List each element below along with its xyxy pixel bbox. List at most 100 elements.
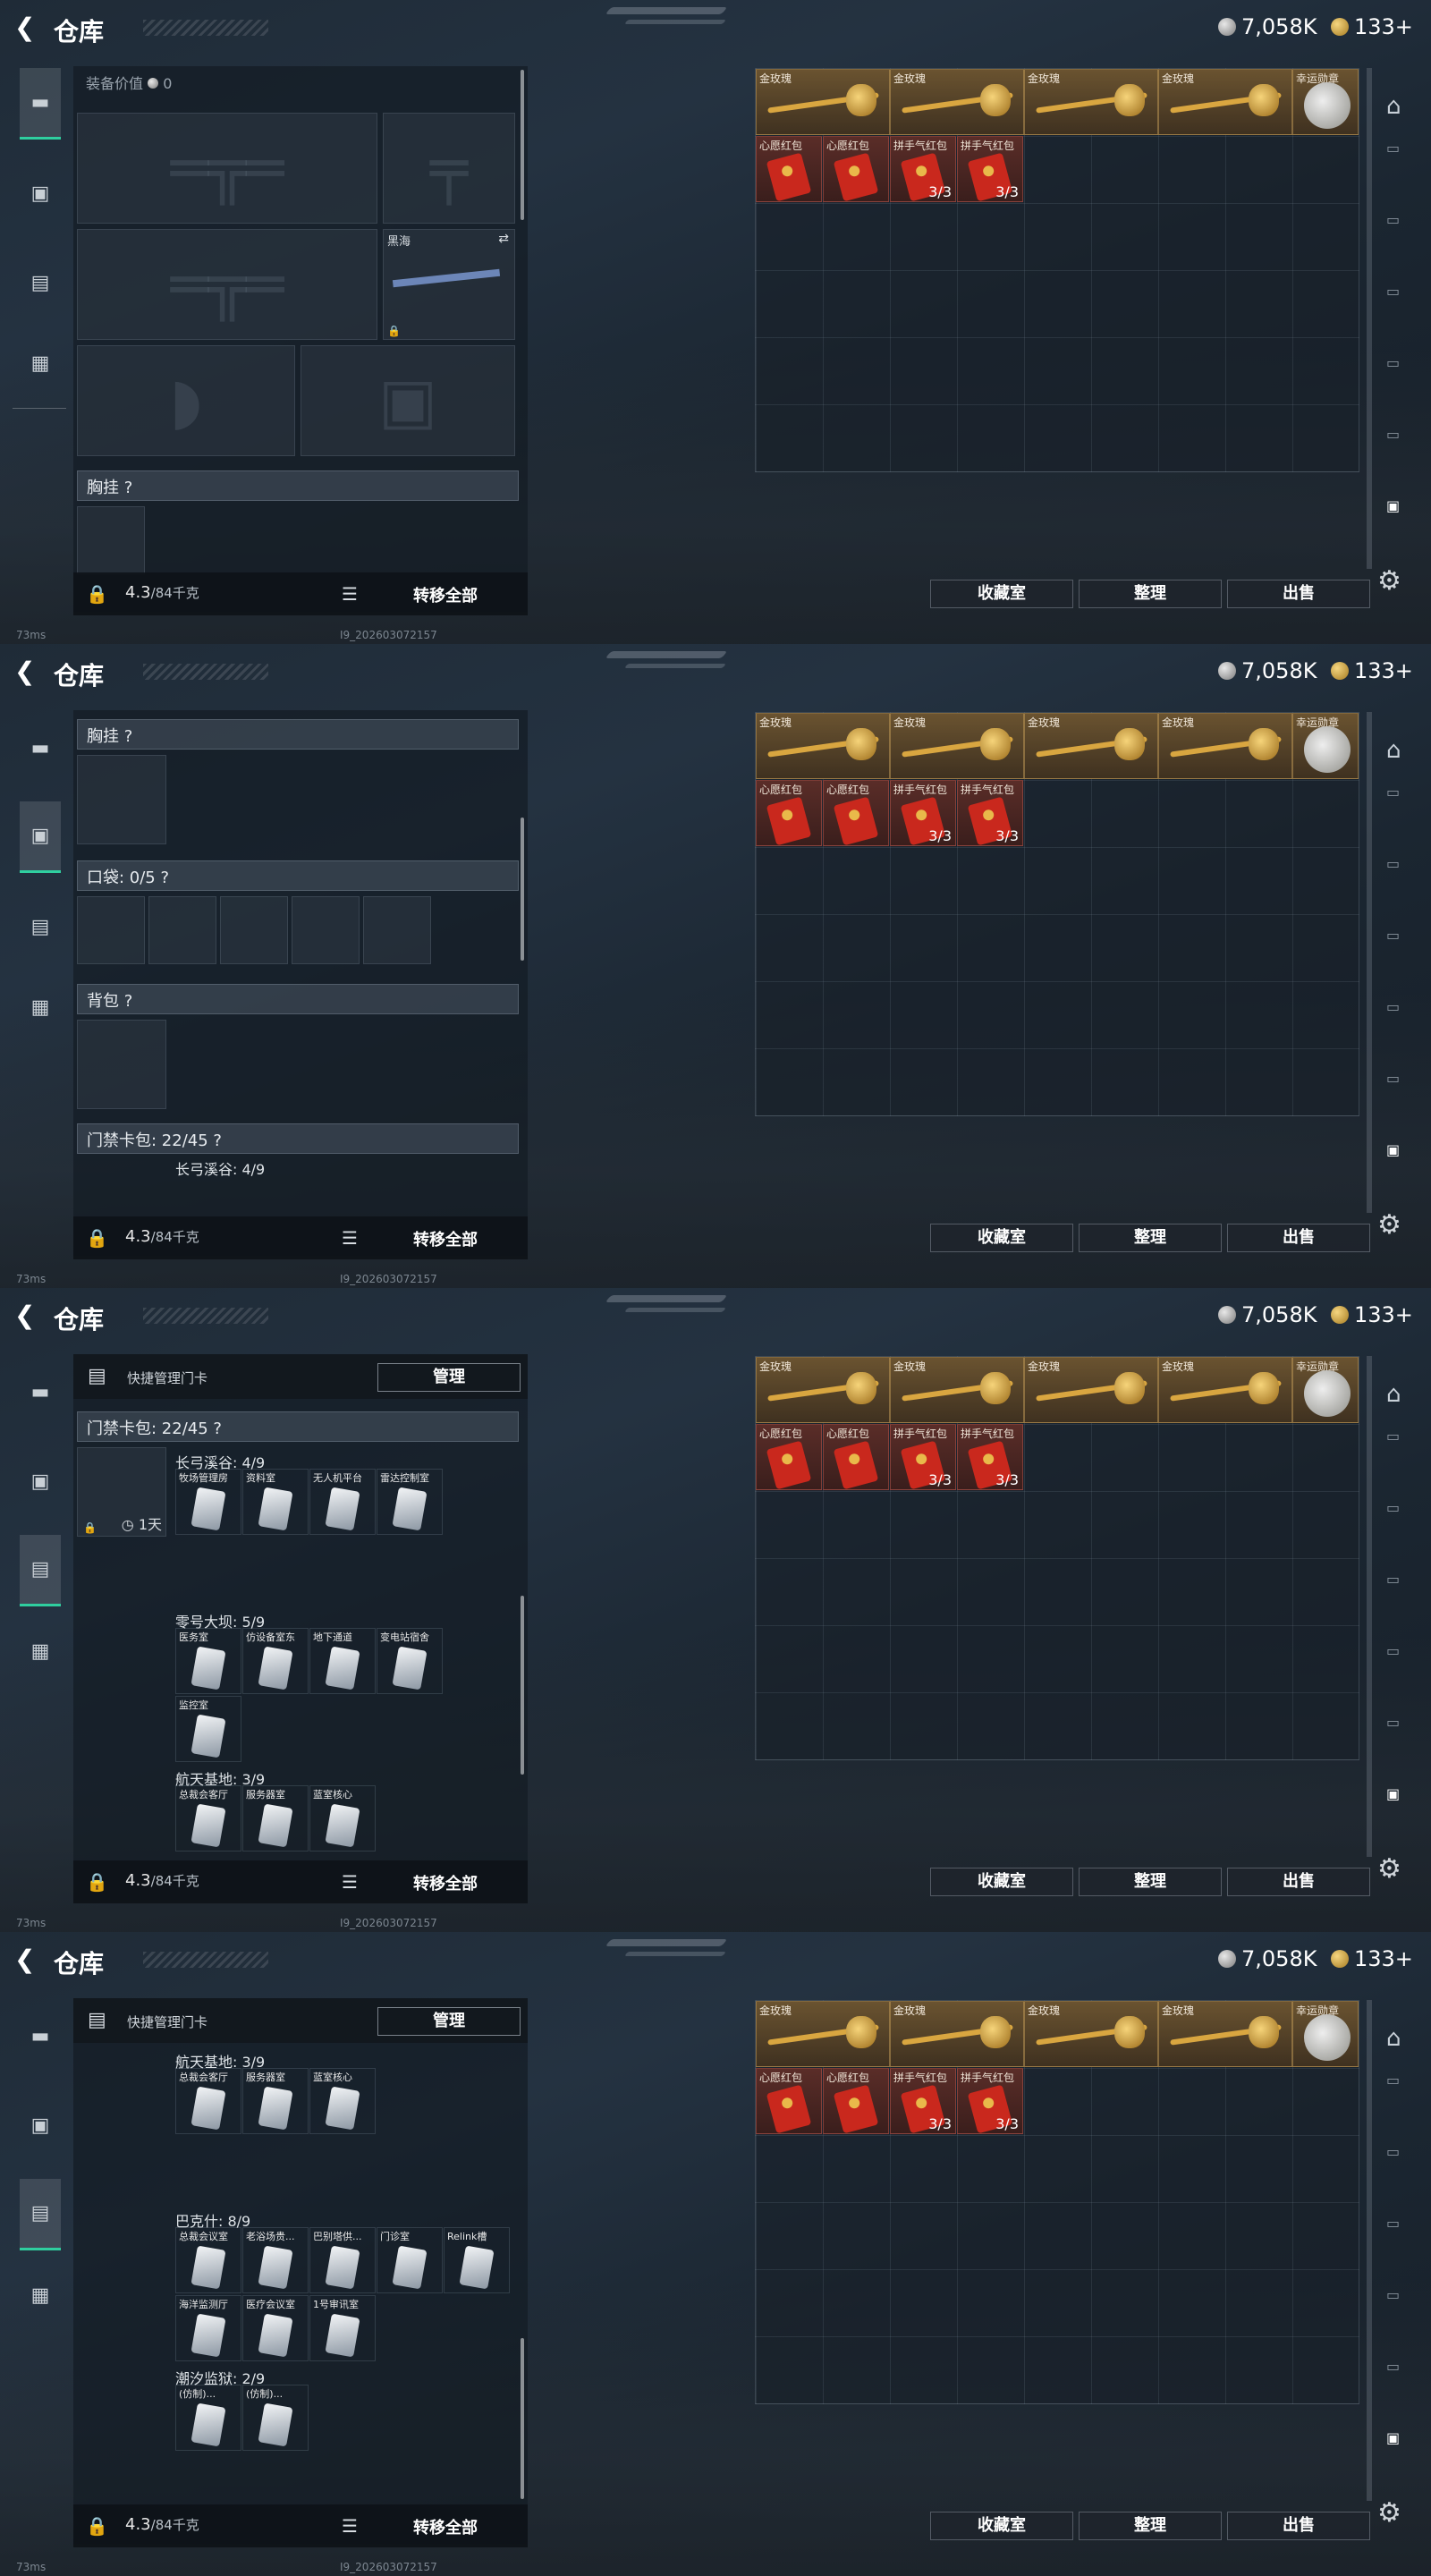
vault-icon[interactable]: ⌂ — [1386, 2025, 1415, 2052]
sell-button[interactable]: 出售 — [1227, 580, 1370, 608]
stash-item[interactable]: 幸运勋章 — [1292, 713, 1359, 779]
keycard-item[interactable]: 医务室 — [175, 1628, 241, 1694]
stash-item[interactable]: 金玫瑰 — [890, 2001, 1024, 2067]
stash-item[interactable]: 金玫瑰 — [1024, 69, 1158, 135]
tab-weapon[interactable]: ▬ — [20, 68, 61, 140]
tab-armor[interactable]: ▣ — [20, 1445, 61, 1517]
keycard-item[interactable]: (仿制)... — [242, 2385, 309, 2451]
keycard-item[interactable]: 变电站宿舍 — [377, 1628, 443, 1694]
stash-item[interactable]: 心愿红包 — [823, 136, 889, 202]
sort-button[interactable]: 整理 — [1079, 2512, 1222, 2540]
vault-icon[interactable]: ⌂ — [1386, 737, 1415, 764]
stash-page-icon[interactable]: ▭ — [1386, 998, 1415, 1021]
stash-item[interactable]: 金玫瑰 — [1158, 2001, 1292, 2067]
keycard-item[interactable]: 服务器室 — [242, 1785, 309, 1852]
stash-page-icon[interactable]: ▭ — [1386, 1714, 1415, 1737]
stash-page-icon[interactable]: ▭ — [1386, 784, 1415, 807]
stash-page-icon[interactable]: ▭ — [1386, 855, 1415, 878]
gold-currency[interactable]: 133+ — [1331, 658, 1413, 683]
tab-weapon[interactable]: ▬ — [20, 712, 61, 784]
keycard-item[interactable]: 监控室 — [175, 1696, 241, 1762]
stash-page-icon[interactable]: ▭ — [1386, 426, 1415, 449]
stash-page-icon[interactable]: ▭ — [1386, 927, 1415, 950]
stash-item[interactable]: 拼手气红包 3/3 — [890, 780, 956, 846]
transfer-all-button[interactable]: 转移全部 — [413, 2515, 478, 2538]
keycard-item[interactable]: Relink槽 — [444, 2227, 510, 2293]
sort-button[interactable]: 整理 — [1079, 1224, 1222, 1252]
keycard-item[interactable]: 巴别塔供... — [309, 2227, 376, 2293]
gear-icon[interactable]: ⚙ — [1377, 565, 1401, 597]
chest-rig-slot[interactable] — [77, 755, 166, 844]
scrollbar[interactable] — [521, 70, 524, 220]
keycard-item[interactable]: 蓝室核心 — [309, 1785, 376, 1852]
tab-keycard[interactable]: ▤ — [20, 247, 61, 318]
tab-case[interactable]: ▦ — [20, 327, 61, 399]
stash-page-icon[interactable]: ▣ — [1386, 1785, 1415, 1809]
lock-icon[interactable]: 🔒 — [86, 1227, 108, 1249]
keycard-item[interactable]: 雷达控制室 — [377, 1469, 443, 1535]
stash-page-icon[interactable]: ▭ — [1386, 140, 1415, 163]
stash-item[interactable]: 心愿红包 — [823, 1424, 889, 1490]
stash-item[interactable]: 金玫瑰 — [890, 1357, 1024, 1423]
keycard-item[interactable]: 地下通道 — [309, 1628, 376, 1694]
vault-icon[interactable]: ⌂ — [1386, 1381, 1415, 1408]
list-icon[interactable]: ☰ — [342, 1871, 358, 1893]
tab-armor[interactable]: ▣ — [20, 157, 61, 229]
back-icon[interactable]: ❮ — [14, 1946, 41, 1973]
pocket-slot[interactable] — [148, 896, 216, 964]
stash-grid[interactable]: 金玫瑰 金玫瑰 金玫瑰 金玫瑰 幸运勋章 心愿红包 心愿红包 拼手气红包 3/3 … — [755, 2000, 1359, 2404]
stash-item[interactable]: 金玫瑰 — [1158, 69, 1292, 135]
stash-item[interactable]: 拼手气红包 3/3 — [890, 1424, 956, 1490]
stash-item[interactable]: 拼手气红包 3/3 — [957, 780, 1023, 846]
stash-item[interactable]: 幸运勋章 — [1292, 2001, 1359, 2067]
keycard-item[interactable]: 总裁会客厅 — [175, 1785, 241, 1852]
stash-item[interactable]: 心愿红包 — [823, 780, 889, 846]
transfer-all-button[interactable]: 转移全部 — [413, 583, 478, 606]
primary-weapon-slot[interactable]: ═╦═ — [77, 113, 377, 224]
stash-page-icon[interactable]: ▭ — [1386, 2215, 1415, 2238]
collection-button[interactable]: 收藏室 — [930, 2512, 1073, 2540]
stash-item[interactable]: 幸运勋章 — [1292, 1357, 1359, 1423]
list-icon[interactable]: ☰ — [342, 583, 358, 605]
secondary-weapon-slot[interactable]: ═╦═ — [77, 229, 377, 340]
manage-button[interactable]: 管理 — [377, 2007, 521, 2036]
stash-item[interactable]: 金玫瑰 — [756, 713, 890, 779]
stash-item[interactable]: 心愿红包 — [756, 1424, 822, 1490]
pocket-slot[interactable] — [77, 896, 145, 964]
keycard-item[interactable]: 服务器室 — [242, 2068, 309, 2134]
transfer-all-button[interactable]: 转移全部 — [413, 1227, 478, 1250]
stash-item[interactable]: 拼手气红包 3/3 — [890, 2068, 956, 2134]
keycard-item[interactable]: 无人机平台 — [309, 1469, 376, 1535]
stash-item[interactable]: 金玫瑰 — [1024, 713, 1158, 779]
stash-page-icon[interactable]: ▣ — [1386, 2429, 1415, 2453]
stash-item[interactable]: 金玫瑰 — [756, 1357, 890, 1423]
stash-page-icon[interactable]: ▭ — [1386, 2358, 1415, 2381]
keycard-item[interactable]: 仿设备室东 — [242, 1628, 309, 1694]
stash-grid[interactable]: 金玫瑰 金玫瑰 金玫瑰 金玫瑰 幸运勋章 心愿红包 心愿红包 拼手气红包 3/3 … — [755, 712, 1359, 1116]
tab-case[interactable]: ▦ — [20, 2259, 61, 2331]
keycard-item[interactable]: 门诊室 — [377, 2227, 443, 2293]
pocket-slot[interactable] — [292, 896, 360, 964]
stash-item[interactable]: 金玫瑰 — [1024, 1357, 1158, 1423]
keycard-item[interactable]: 资料室 — [242, 1469, 309, 1535]
keycard-item[interactable]: 牧场管理房 — [175, 1469, 241, 1535]
lock-icon[interactable]: 🔒 — [86, 2515, 108, 2537]
scrollbar[interactable] — [521, 1596, 524, 1775]
stash-item[interactable]: 金玫瑰 — [1158, 713, 1292, 779]
stash-grid[interactable]: 金玫瑰 金玫瑰 金玫瑰 金玫瑰 幸运勋章 心愿红包 心愿红包 拼手气红包 3/3 … — [755, 68, 1359, 472]
stash-item[interactable]: 金玫瑰 — [756, 69, 890, 135]
stash-page-icon[interactable]: ▭ — [1386, 2072, 1415, 2095]
tab-case[interactable]: ▦ — [20, 1615, 61, 1687]
stash-page-icon[interactable]: ▭ — [1386, 211, 1415, 234]
list-icon[interactable]: ☰ — [342, 1227, 358, 1249]
tab-keycard[interactable]: ▤ — [20, 891, 61, 962]
gear-icon[interactable]: ⚙ — [1377, 1209, 1401, 1241]
manage-button[interactable]: 管理 — [377, 1363, 521, 1392]
stash-item[interactable]: 金玫瑰 — [1158, 1357, 1292, 1423]
stash-item[interactable]: 拼手气红包 3/3 — [957, 1424, 1023, 1490]
stash-item[interactable]: 心愿红包 — [823, 2068, 889, 2134]
sort-button[interactable]: 整理 — [1079, 580, 1222, 608]
keycard-item[interactable]: 总裁会议室 — [175, 2227, 241, 2293]
stash-item[interactable]: 心愿红包 — [756, 780, 822, 846]
pocket-slot[interactable] — [363, 896, 431, 964]
